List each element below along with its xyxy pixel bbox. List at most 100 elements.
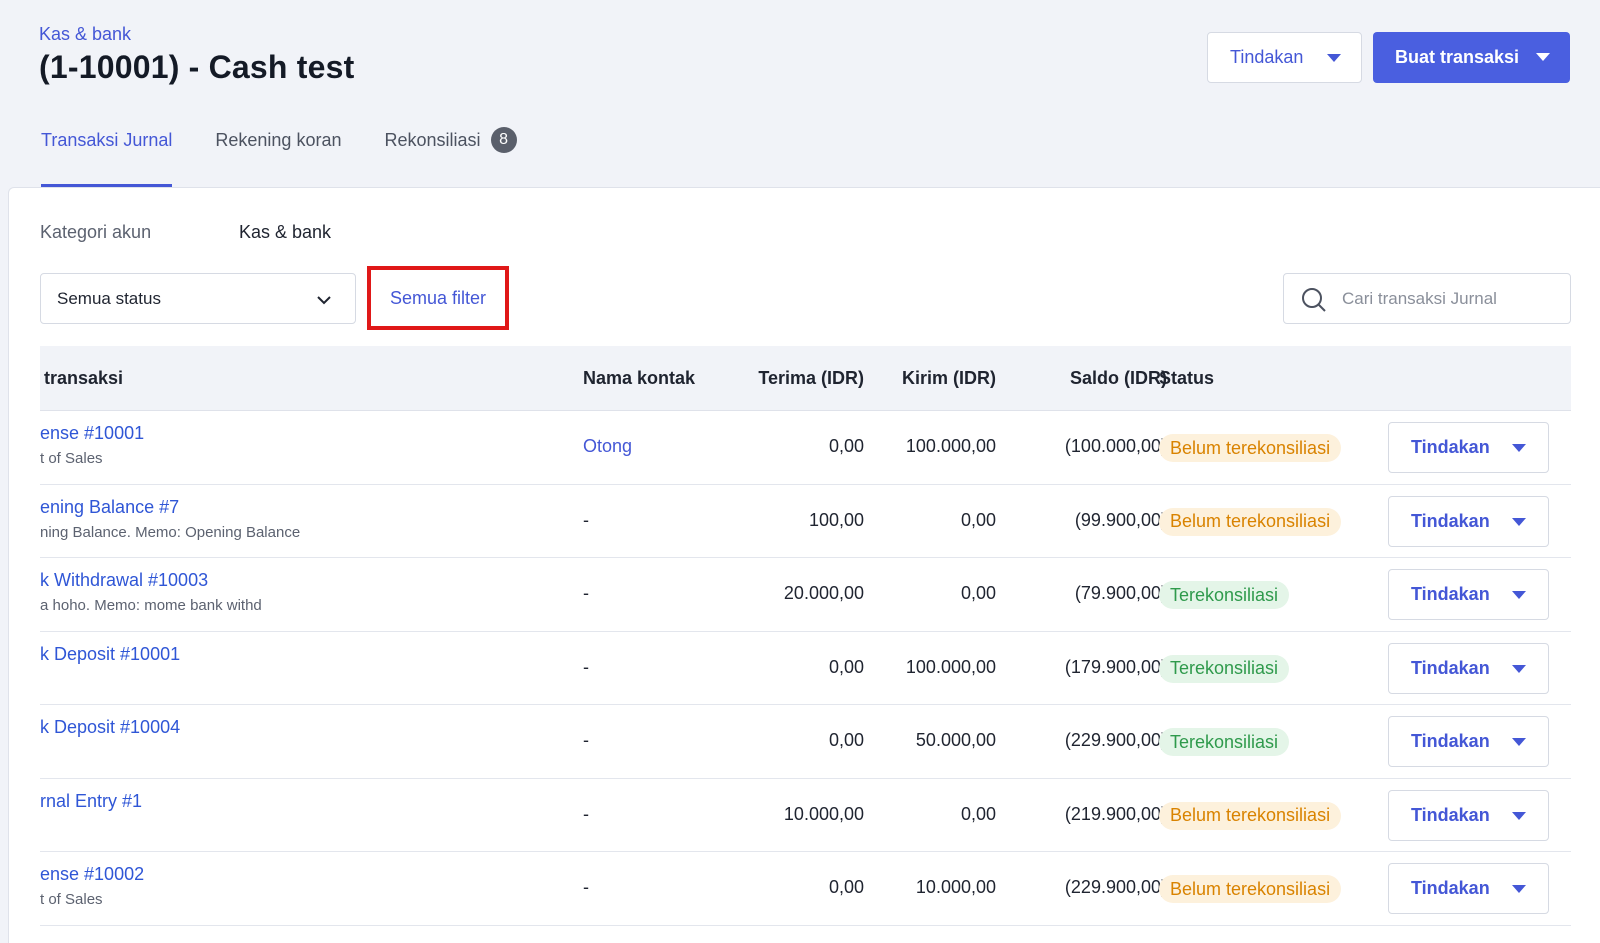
transaction-link[interactable]: k Withdrawal #10003 — [40, 570, 208, 591]
tab-rekening-koran[interactable]: Rekening koran — [215, 130, 341, 187]
status-badge: Belum terekonsiliasi — [1159, 507, 1342, 536]
balance-amount: (100.000,00) — [1064, 436, 1167, 456]
page-title: (1-10001) - Cash test — [39, 49, 355, 85]
column-header-status: Status — [1159, 368, 1215, 388]
create-transaction-button[interactable]: Buat transaksi — [1373, 32, 1570, 83]
transaction-description: t of Sales — [40, 450, 103, 467]
status-badge: Terekonsiliasi — [1159, 728, 1290, 756]
caret-down-icon — [1512, 517, 1526, 526]
column-header-send: Kirim (IDR) — [902, 368, 996, 388]
tab-label: Transaksi Jurnal — [41, 130, 173, 150]
receive-amount: 100,00 — [808, 509, 864, 530]
balance-amount: (219.900,00) — [1064, 803, 1167, 824]
status-badge: Belum terekonsiliasi — [1159, 875, 1342, 903]
send-amount: 0,00 — [960, 803, 996, 824]
transaction-link[interactable]: k Deposit #10001 — [40, 644, 180, 665]
row-actions-button[interactable]: Tindakan — [1388, 422, 1549, 473]
send-amount: 100.000,00 — [905, 436, 996, 456]
contact-name: - — [583, 656, 589, 677]
page-header: Kas & bank (1-10001) - Cash test — [39, 24, 354, 86]
column-header-transaction: transaksi — [44, 368, 124, 388]
contact-name: - — [583, 877, 589, 897]
table-row: ense #10001 t of Sales Otong 0,00 100.000,00… — [40, 411, 1571, 485]
row-actions-button[interactable]: Tindakan — [1388, 863, 1549, 914]
transactions-table: transaksi Nama kontak Terima (IDR) Kirim… — [40, 346, 1571, 943]
send-amount: 100.000,00 — [905, 656, 996, 677]
balance-amount: (99.900,00) — [1074, 509, 1167, 530]
transaction-description: t of Sales — [40, 891, 103, 908]
row-actions-label: Tindakan — [1411, 584, 1490, 604]
caret-down-icon — [1512, 738, 1526, 746]
status-select-value: Semua status — [57, 288, 161, 308]
caret-down-icon — [1536, 53, 1550, 61]
tab-rekonsiliasi[interactable]: Rekonsiliasi 8 — [384, 127, 517, 187]
table-row: ening Balance #7 ning Balance. Memo: Open… — [40, 484, 1571, 558]
create-transaction-label: Buat transaksi — [1395, 47, 1520, 67]
caret-down-icon — [1512, 444, 1526, 452]
all-filters-button[interactable]: Semua filter — [367, 266, 509, 330]
status-badge: Terekonsiliasi — [1159, 581, 1290, 609]
actions-button[interactable]: Tindakan — [1207, 32, 1362, 83]
row-actions-button[interactable]: Tindakan — [1388, 716, 1549, 767]
breadcrumb[interactable]: Kas & bank — [39, 24, 354, 45]
transaction-link[interactable]: ense #10002 — [40, 864, 144, 885]
transaction-link[interactable]: ense #10001 — [40, 423, 144, 444]
status-select[interactable]: Semua status — [40, 273, 356, 324]
send-amount: 50.000,00 — [915, 730, 996, 750]
tab-label: Rekening koran — [215, 130, 342, 150]
receive-amount: 0,00 — [828, 436, 864, 456]
status-badge: Belum terekonsiliasi — [1159, 434, 1342, 462]
contact-name: - — [583, 583, 589, 603]
row-actions-button[interactable]: Tindakan — [1388, 789, 1549, 841]
balance-amount: (79.900,00) — [1074, 583, 1167, 603]
row-actions-label: Tindakan — [1411, 804, 1490, 825]
caret-down-icon — [1512, 811, 1526, 820]
table-header: transaksi Nama kontak Terima (IDR) Kirim… — [40, 346, 1571, 411]
contact-name[interactable]: Otong — [583, 436, 632, 457]
row-actions-button[interactable]: Tindakan — [1388, 642, 1549, 694]
balance-amount: (229.900,00) — [1064, 730, 1167, 750]
contact-name: - — [583, 509, 589, 530]
receive-amount: 10.000,00 — [783, 803, 864, 824]
status-badge: Terekonsiliasi — [1159, 654, 1290, 683]
search-input[interactable] — [1342, 288, 1552, 309]
transaction-description: a hoho. Memo: mome bank withd — [40, 597, 262, 614]
receive-amount: 20.000,00 — [783, 583, 864, 603]
search-icon — [1302, 288, 1326, 312]
column-header-balance: Saldo (IDR) — [1070, 368, 1167, 388]
send-amount: 0,00 — [960, 583, 996, 603]
all-filters-label: Semua filter — [389, 287, 487, 308]
row-actions-label: Tindakan — [1411, 657, 1490, 678]
contact-name: - — [583, 803, 589, 824]
search-box — [1283, 273, 1571, 324]
tab-label: Rekonsiliasi — [384, 130, 481, 150]
tab-transaksi-jurnal[interactable]: Transaksi Jurnal — [41, 130, 173, 187]
receive-amount: 0,00 — [828, 656, 864, 677]
caret-down-icon — [1512, 591, 1526, 599]
column-header-receive: Terima (IDR) — [758, 368, 864, 388]
caret-down-icon — [1327, 54, 1341, 62]
receive-amount: 0,00 — [828, 730, 864, 750]
chevron-down-icon — [317, 296, 331, 305]
send-amount: 0,00 — [960, 509, 996, 530]
transaction-link[interactable]: rnal Entry #1 — [40, 791, 142, 812]
row-actions-label: Tindakan — [1411, 510, 1490, 531]
row-actions-label: Tindakan — [1411, 731, 1490, 751]
table-row: ense #10002 t of Sales - 0,00 10.000,00 (229.… — [40, 852, 1571, 926]
table-row: k Withdrawal #10003 a hoho. Memo: mome ba… — [40, 558, 1571, 632]
balance-amount: (179.900,00) — [1064, 656, 1167, 677]
actions-button-label: Tindakan — [1230, 47, 1304, 67]
column-header-contact: Nama kontak — [583, 368, 696, 388]
send-amount: 10.000,00 — [915, 877, 996, 897]
row-actions-button[interactable]: Tindakan — [1388, 569, 1549, 620]
category-label: Kategori akun — [40, 222, 152, 242]
row-actions-button[interactable]: Tindakan — [1388, 495, 1549, 547]
transaction-description: ning Balance. Memo: Opening Balance — [40, 523, 301, 541]
transaction-link[interactable]: k Deposit #10004 — [40, 717, 180, 738]
transaction-link[interactable]: ening Balance #7 — [40, 497, 179, 518]
tab-bar: Transaksi Jurnal Rekening koran Rekonsil… — [41, 127, 560, 187]
status-badge: Belum terekonsiliasi — [1159, 801, 1342, 830]
row-actions-label: Tindakan — [1411, 878, 1490, 898]
table-row: rnal Entry #1 - 10.000,00 0,00 (219.900,00) B… — [40, 778, 1571, 852]
table-body: ense #10001 t of Sales Otong 0,00 100.000,00… — [40, 411, 1571, 926]
